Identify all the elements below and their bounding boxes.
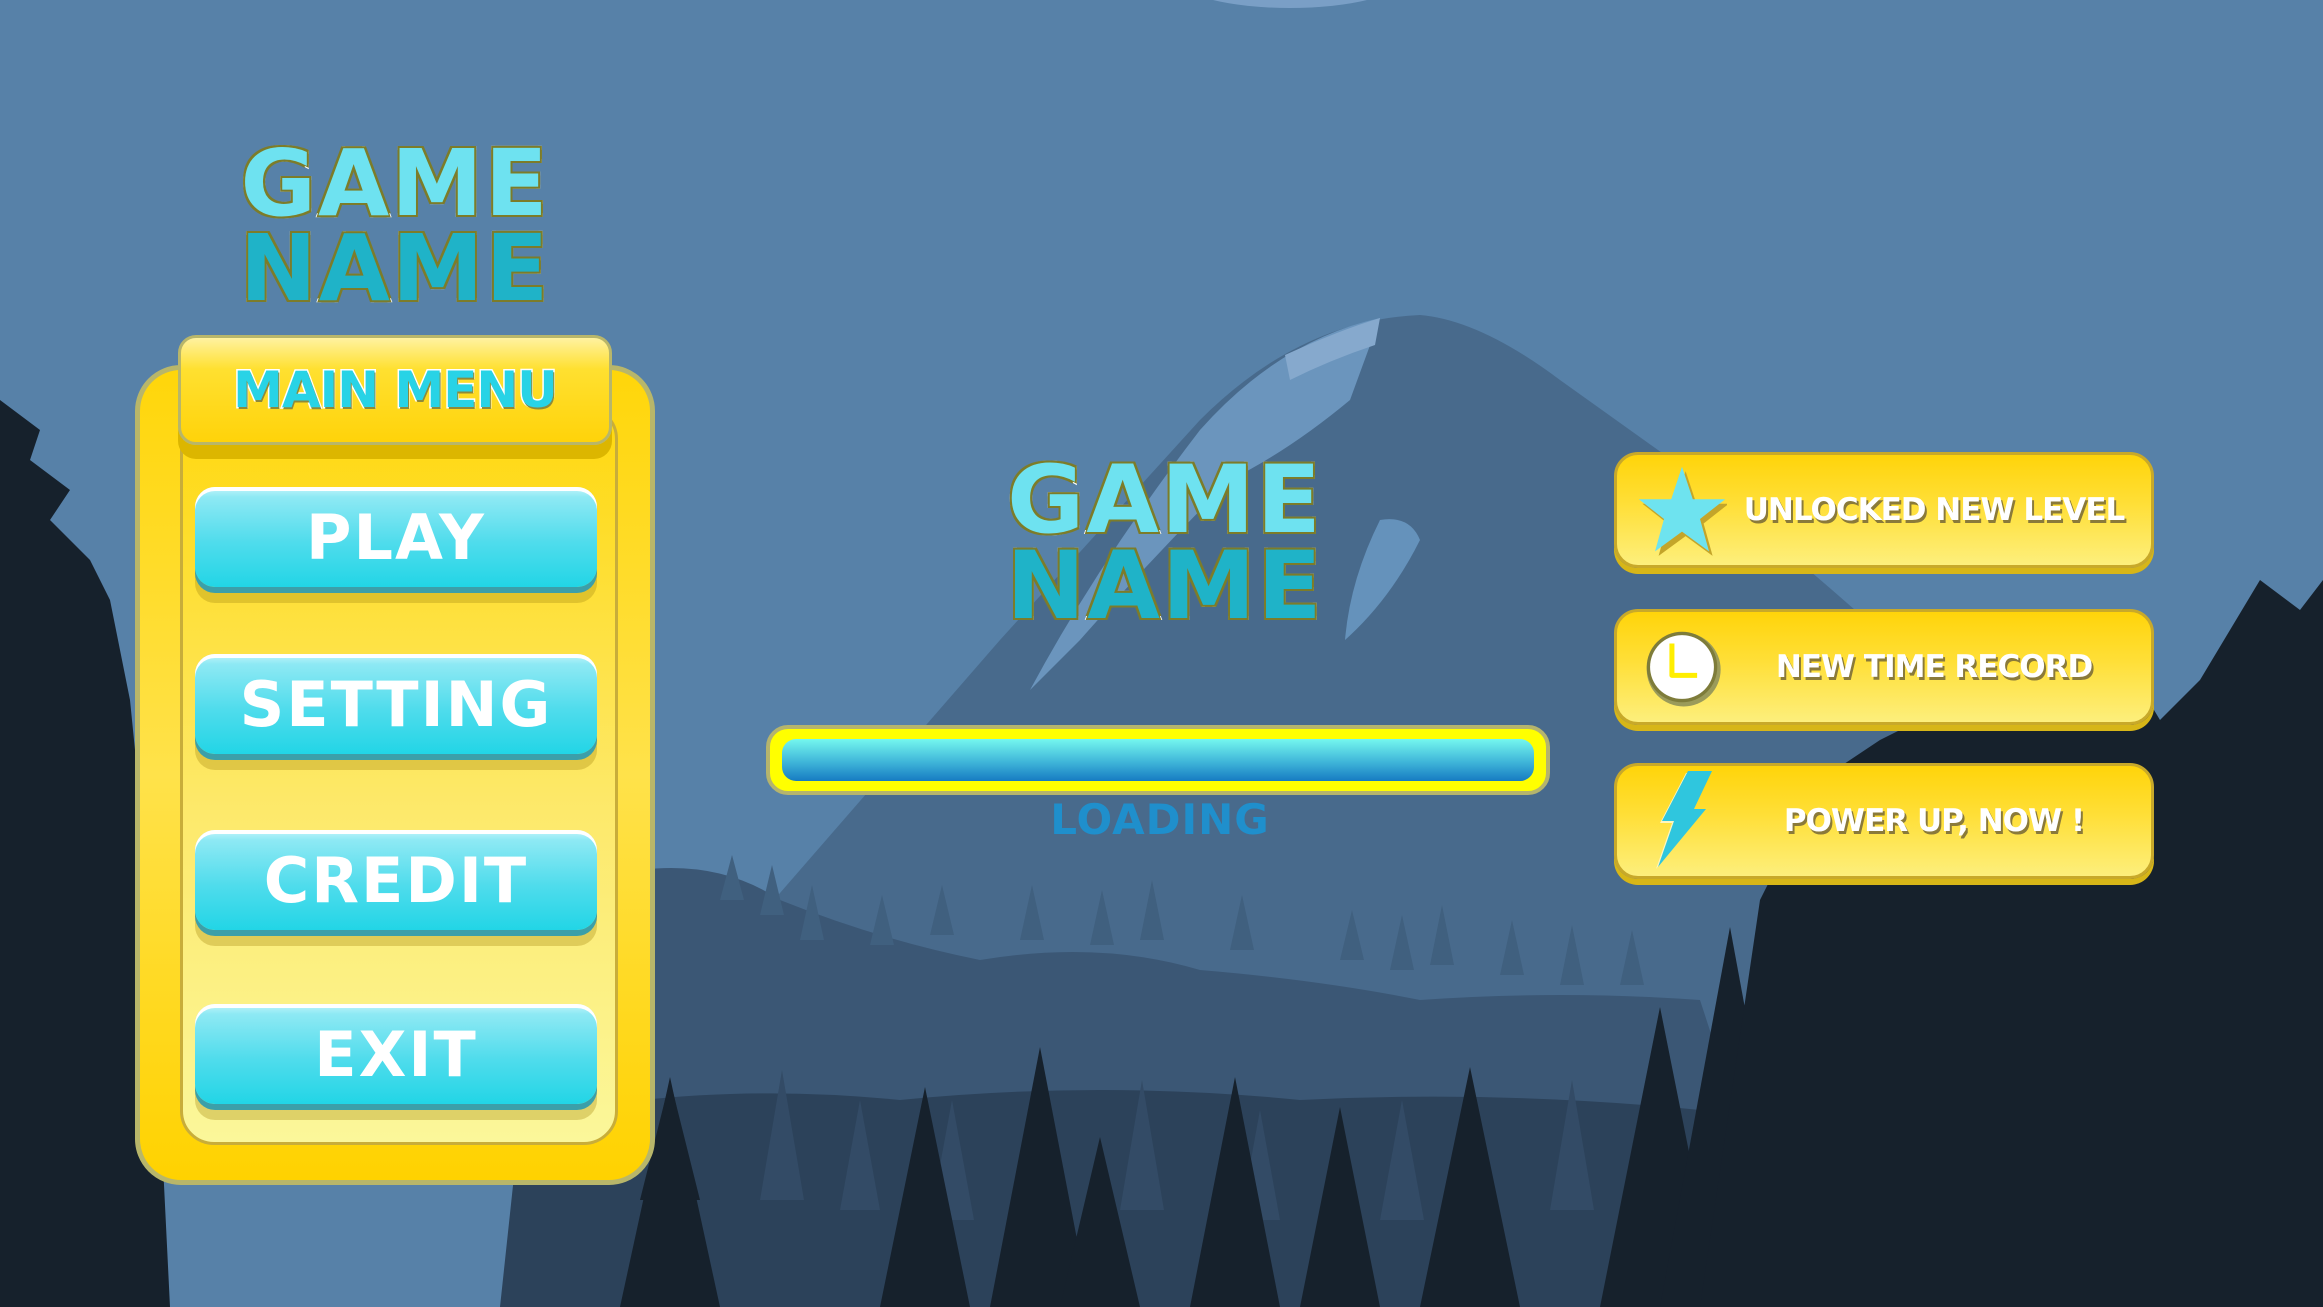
play-button-label: PLAY: [306, 500, 486, 574]
setting-button-label: SETTING: [239, 667, 553, 741]
credit-button-label: CREDIT: [263, 843, 529, 917]
setting-button[interactable]: SETTING: [195, 654, 597, 754]
credit-button[interactable]: CREDIT: [195, 830, 597, 930]
main-menu-header: MAIN MENU: [178, 335, 612, 445]
loading-progress-bar: [766, 725, 1550, 795]
logo-title-line1: GAME: [238, 130, 550, 237]
loading-progress-fill: [782, 739, 1534, 781]
logo-title-line2: NAME: [238, 214, 551, 322]
loading-label: LOADING: [1050, 795, 1270, 844]
clock-icon: [1637, 617, 1727, 717]
notification-time-record[interactable]: NEW TIME RECORD: [1614, 609, 2154, 725]
notification-label: NEW TIME RECORD: [1775, 649, 2093, 685]
exit-button-label: EXIT: [314, 1017, 478, 1091]
main-menu-title: MAIN MENU: [232, 360, 560, 421]
logo-title-line2: NAME: [1004, 532, 1324, 642]
game-logo-menu: GAME NAME: [215, 130, 575, 322]
play-button[interactable]: PLAY: [195, 487, 597, 587]
game-logo-loading: GAME NAME: [980, 451, 1350, 642]
exit-button[interactable]: EXIT: [195, 1004, 597, 1104]
notification-unlocked-level[interactable]: UNLOCKED NEW LEVEL: [1614, 452, 2154, 568]
notification-power-up[interactable]: POWER UP, NOW !: [1614, 763, 2154, 879]
star-icon: [1637, 460, 1727, 560]
notification-label: POWER UP, NOW !: [1783, 803, 2085, 839]
notification-label: UNLOCKED NEW LEVEL: [1743, 492, 2126, 528]
lightning-icon: [1637, 771, 1727, 871]
